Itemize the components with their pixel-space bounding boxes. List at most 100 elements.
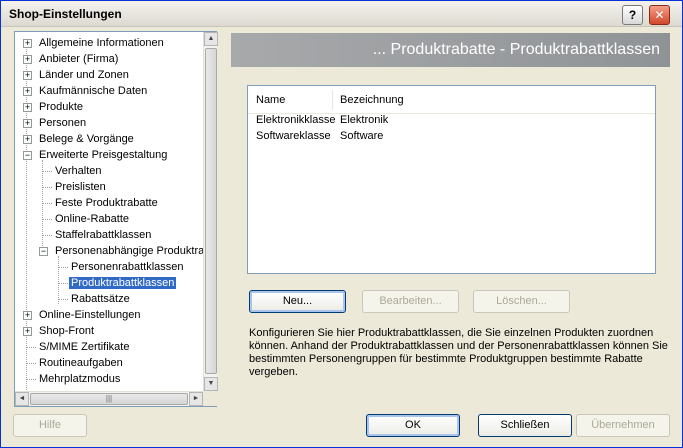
tree-content: + Allgemeine Informationen + Anbieter (Firm… bbox=[15, 32, 203, 391]
tree-item-label: Feste Produktrabatte bbox=[55, 197, 158, 209]
tree-connector bbox=[43, 203, 52, 204]
tree-item[interactable]: + Shop-Front bbox=[23, 323, 96, 339]
tree-connector bbox=[59, 299, 68, 300]
description-text: Konfigurieren Sie hier Produktrabattklas… bbox=[249, 327, 668, 378]
help-title-button[interactable]: ? bbox=[622, 5, 643, 25]
tree-item[interactable]: + Produkte bbox=[23, 99, 85, 115]
tree-item[interactable]: + Anbieter (Firma) bbox=[23, 51, 120, 67]
collapse-icon[interactable]: − bbox=[39, 247, 48, 256]
collapse-icon[interactable]: − bbox=[23, 151, 32, 160]
tree-connector bbox=[43, 219, 52, 220]
list-item-name[interactable]: Elektronikklasse bbox=[256, 114, 335, 126]
tree-connector bbox=[59, 267, 68, 268]
tree-item-label: Verhalten bbox=[55, 165, 102, 177]
tree-item[interactable]: Preislisten bbox=[43, 179, 108, 195]
tree-connector bbox=[43, 187, 52, 188]
window-title: Shop-Einstellungen bbox=[9, 7, 122, 21]
tree-connector bbox=[42, 160, 43, 256]
product-discount-class-list[interactable]: Name Bezeichnung Elektronikklasse Elektr… bbox=[247, 85, 656, 274]
tree-connector bbox=[43, 171, 52, 172]
tree-vertical-scrollbar[interactable]: ▲ ▼ bbox=[203, 32, 218, 391]
tree-item-label: Online-Einstellungen bbox=[39, 309, 141, 321]
tree-item[interactable]: Feste Produktrabatte bbox=[43, 195, 160, 211]
expand-icon[interactable]: + bbox=[23, 71, 32, 80]
tree-item-label: Preislisten bbox=[55, 181, 106, 193]
tree-item-label: Produktrabattklassen bbox=[69, 277, 177, 289]
ok-button[interactable]: OK bbox=[366, 414, 460, 437]
scroll-corner bbox=[203, 391, 217, 406]
expand-icon[interactable]: + bbox=[23, 87, 32, 96]
tree-item-label: Länder und Zonen bbox=[39, 69, 129, 81]
tree-horizontal-scrollbar[interactable]: ◄ ||| ► bbox=[15, 391, 203, 406]
tree-item-label: Staffelrabattklassen bbox=[55, 229, 152, 241]
tree-item[interactable]: + Allgemeine Informationen bbox=[23, 35, 166, 51]
tree-item-label: Online-Rabatte bbox=[55, 213, 129, 225]
expand-icon[interactable]: + bbox=[23, 39, 32, 48]
list-item-description[interactable]: Software bbox=[340, 130, 383, 142]
scroll-left-icon[interactable]: ◄ bbox=[15, 392, 29, 406]
tree-item[interactable]: Online-Rabatte bbox=[43, 211, 131, 227]
tree-item-label: Belege & Vorgänge bbox=[39, 133, 134, 145]
apply-button[interactable]: Übernehmen bbox=[576, 414, 670, 437]
tree-item[interactable]: + Belege & Vorgänge bbox=[23, 131, 136, 147]
tree-item[interactable]: + Kaufmännische Daten bbox=[23, 83, 149, 99]
edit-button[interactable]: Bearbeiten... bbox=[362, 290, 459, 313]
tree-item[interactable]: Personenrabattklassen bbox=[59, 259, 186, 275]
vertical-scroll-thumb[interactable] bbox=[205, 48, 217, 374]
tree-item[interactable]: + Länder und Zonen bbox=[23, 67, 131, 83]
delete-button[interactable]: Löschen... bbox=[473, 290, 570, 313]
tree-item[interactable]: + Online-Einstellungen bbox=[23, 307, 143, 323]
expand-icon[interactable]: + bbox=[23, 327, 32, 336]
column-header-description[interactable]: Bezeichnung bbox=[340, 94, 404, 106]
tree-item-label: Personen bbox=[39, 117, 87, 129]
tree-item[interactable]: − Personenabhängige Produktra bbox=[39, 243, 203, 259]
settings-tree[interactable]: + Allgemeine Informationen + Anbieter (Firm… bbox=[14, 31, 218, 407]
scroll-up-icon[interactable]: ▲ bbox=[204, 32, 218, 46]
tree-connector bbox=[58, 256, 59, 304]
tree-connector bbox=[59, 283, 68, 284]
tree-item[interactable]: Verhalten bbox=[43, 163, 103, 179]
tree-item[interactable]: + Personen bbox=[23, 115, 88, 131]
tree-item-label: Mehrplatzmodus bbox=[39, 373, 121, 385]
expand-icon[interactable]: + bbox=[23, 311, 32, 320]
dialog-window: Shop-Einstellungen ? ✕ + Allgemeine Infor… bbox=[0, 0, 683, 448]
tree-item-label: S/MIME Zertifikate bbox=[39, 341, 130, 353]
tree-item-label: Personenrabattklassen bbox=[71, 261, 184, 273]
tree-item-label: Anbieter (Firma) bbox=[39, 53, 119, 65]
tree-item-label: Allgemeine Informationen bbox=[39, 37, 164, 49]
tree-item-label: Personenabhängige Produktra bbox=[55, 245, 203, 257]
horizontal-scroll-thumb[interactable]: ||| bbox=[30, 393, 188, 405]
expand-icon[interactable]: + bbox=[23, 119, 32, 128]
title-bar: Shop-Einstellungen ? ✕ bbox=[1, 1, 682, 27]
tree-item-label: Produkte bbox=[39, 101, 84, 113]
tree-item-label: Kaufmännische Daten bbox=[39, 85, 148, 97]
close-window-button[interactable]: ✕ bbox=[649, 5, 670, 25]
scroll-down-icon[interactable]: ▼ bbox=[204, 377, 218, 391]
tree-item-label: Shop-Front bbox=[39, 325, 95, 337]
close-button[interactable]: Schließen bbox=[478, 414, 572, 437]
tree-item[interactable]: Mehrplatzmodus bbox=[27, 371, 122, 387]
tree-item[interactable]: Produktrabattklassen bbox=[59, 275, 177, 291]
tree-connector bbox=[27, 379, 36, 380]
page-title: ... Produktrabatte - Produktrabattklasse… bbox=[231, 33, 670, 67]
tree-item[interactable]: Staffelrabattklassen bbox=[43, 227, 153, 243]
tree-item[interactable]: S/MIME Zertifikate bbox=[27, 339, 131, 355]
tree-item[interactable]: − Erweiterte Preisgestaltung bbox=[23, 147, 169, 163]
tree-item-label: Erweiterte Preisgestaltung bbox=[39, 149, 168, 161]
column-header-name[interactable]: Name bbox=[256, 94, 285, 106]
tree-connector bbox=[27, 363, 36, 364]
tree-connector bbox=[43, 235, 52, 236]
list-item-description[interactable]: Elektronik bbox=[340, 114, 388, 126]
scroll-right-icon[interactable]: ► bbox=[189, 392, 203, 406]
column-divider[interactable] bbox=[332, 90, 333, 110]
new-button[interactable]: Neu... bbox=[249, 290, 346, 313]
expand-icon[interactable]: + bbox=[23, 135, 32, 144]
tree-item-label: Rabattsätze bbox=[71, 293, 130, 305]
help-button[interactable]: Hilfe bbox=[13, 414, 87, 437]
list-item-name[interactable]: Softwareklasse bbox=[256, 130, 331, 142]
tree-item[interactable]: Rabattsätze bbox=[59, 291, 132, 307]
expand-icon[interactable]: + bbox=[23, 55, 32, 64]
tree-connector bbox=[27, 347, 36, 348]
tree-item[interactable]: Routineaufgaben bbox=[27, 355, 125, 371]
expand-icon[interactable]: + bbox=[23, 103, 32, 112]
